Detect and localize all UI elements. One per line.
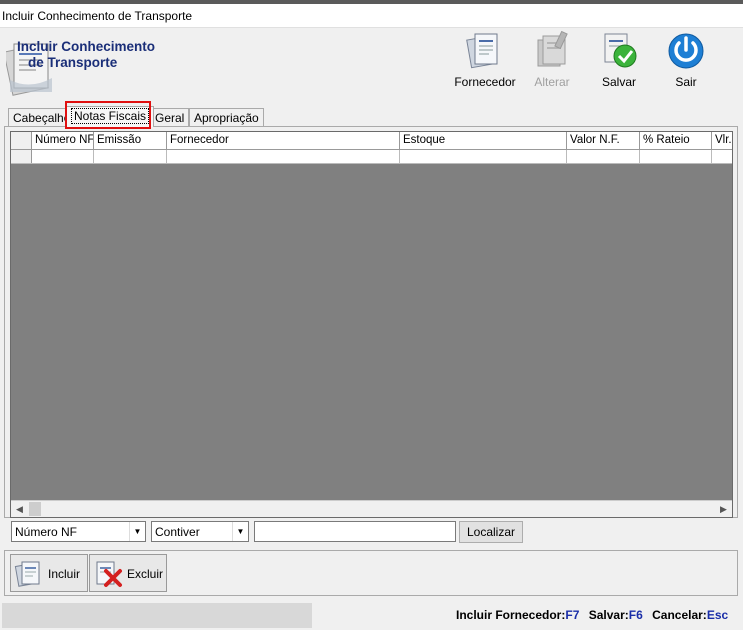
chevron-down-icon[interactable]: ▼ — [129, 522, 145, 541]
shortcut-label: Cancelar: — [652, 608, 707, 622]
column-fornecedor[interactable]: Fornecedor — [167, 132, 400, 149]
cell-fornecedor[interactable] — [167, 150, 400, 163]
tab-notas-fiscais[interactable]: Notas Fiscais — [66, 106, 155, 127]
cell-valor-nf[interactable] — [567, 150, 640, 163]
column-estoque[interactable]: Estoque — [400, 132, 567, 149]
cell-vlr[interactable] — [712, 150, 732, 163]
tab-apropriacao-label: Apropriação — [194, 111, 259, 125]
operator-select[interactable]: Contiver ▼ — [151, 521, 249, 542]
notas-grid[interactable]: Número NF Emissão Fornecedor Estoque Val… — [10, 131, 733, 518]
window-title: Incluir Conhecimento de Transporte — [2, 9, 193, 23]
tab-geral[interactable]: Geral — [150, 108, 190, 126]
column-valor-nf[interactable]: Valor N.F. — [567, 132, 640, 149]
cell-rateio[interactable] — [640, 150, 712, 163]
search-input[interactable] — [254, 521, 456, 542]
column-rateio[interactable]: % Rateio — [640, 132, 712, 149]
status-bar: Incluir Fornecedor:F7 Salvar:F6 Cancelar… — [0, 602, 743, 630]
tab-cabecalho-label: Cabeçalho — [13, 111, 71, 125]
shortcut-key: F7 — [565, 608, 580, 622]
page-title: Incluir Conhecimento de Transporte — [17, 39, 155, 71]
column-emissao[interactable]: Emissão — [94, 132, 167, 149]
horizontal-scrollbar[interactable]: ◀ ▶ — [11, 500, 732, 517]
row-selector-header — [11, 132, 32, 149]
notas-fiscais-panel: Número NF Emissão Fornecedor Estoque Val… — [4, 126, 738, 518]
shortcut-label: Incluir Fornecedor: — [456, 608, 566, 622]
alterar-button[interactable]: Alterar — [519, 30, 585, 98]
scroll-right-icon[interactable]: ▶ — [715, 501, 732, 517]
actions-panel: Incluir Excluir — [4, 550, 738, 596]
grid-header: Número NF Emissão Fornecedor Estoque Val… — [11, 132, 732, 150]
shortcut-label: Salvar: — [588, 608, 629, 622]
cell-estoque[interactable] — [400, 150, 567, 163]
cell-numero-nf[interactable] — [32, 150, 94, 163]
table-row[interactable] — [11, 150, 732, 164]
salvar-label: Salvar — [601, 75, 636, 89]
row-selector[interactable] — [11, 150, 32, 163]
localizar-button[interactable]: Localizar — [459, 521, 523, 543]
shortcut-hints: Incluir Fornecedor:F7 Salvar:F6 Cancelar… — [456, 608, 734, 622]
cell-emissao[interactable] — [94, 150, 167, 163]
shortcut-key: Esc — [706, 608, 729, 622]
column-vlr[interactable]: Vlr. — [712, 132, 732, 149]
column-numero-nf[interactable]: Número NF — [32, 132, 94, 149]
operator-select-value: Contiver — [155, 525, 200, 539]
tab-apropriacao[interactable]: Apropriação — [189, 108, 264, 126]
alterar-label: Alterar — [534, 75, 570, 89]
excluir-button[interactable]: Excluir — [89, 554, 167, 592]
edit-documents-icon — [537, 30, 568, 67]
shortcut-key: F6 — [628, 608, 643, 622]
title-bar: Incluir Conhecimento de Transporte — [0, 4, 743, 28]
fornecedor-label: Fornecedor — [454, 75, 516, 89]
chevron-down-icon[interactable]: ▼ — [232, 522, 248, 541]
tab-geral-label: Geral — [155, 111, 185, 125]
tab-notas-fiscais-label: Notas Fiscais — [71, 108, 150, 124]
scroll-left-icon[interactable]: ◀ — [11, 501, 28, 517]
field-select-value: Número NF — [15, 525, 78, 539]
fornecedor-button[interactable]: Fornecedor — [452, 30, 518, 98]
salvar-button[interactable]: Salvar — [586, 30, 652, 98]
excluir-label: Excluir — [127, 567, 164, 581]
header: Incluir Conhecimento de Transporte Forne… — [0, 28, 743, 100]
sair-label: Sair — [675, 75, 697, 89]
add-document-icon — [14, 561, 40, 587]
filter-bar: Número NF ▼ Contiver ▼ Localizar — [0, 521, 743, 543]
power-icon — [668, 33, 704, 69]
page-title-line2: de Transporte — [28, 55, 118, 70]
field-select[interactable]: Número NF ▼ — [11, 521, 146, 542]
incluir-button[interactable]: Incluir — [10, 554, 88, 592]
documents-icon — [466, 33, 498, 69]
save-check-icon — [604, 33, 637, 68]
incluir-label: Incluir — [48, 567, 81, 581]
status-panel — [2, 603, 312, 628]
delete-document-icon — [96, 561, 122, 587]
page-title-line1: Incluir Conhecimento — [17, 39, 156, 54]
sair-button[interactable]: Sair — [653, 30, 719, 98]
scroll-thumb[interactable] — [29, 502, 41, 516]
